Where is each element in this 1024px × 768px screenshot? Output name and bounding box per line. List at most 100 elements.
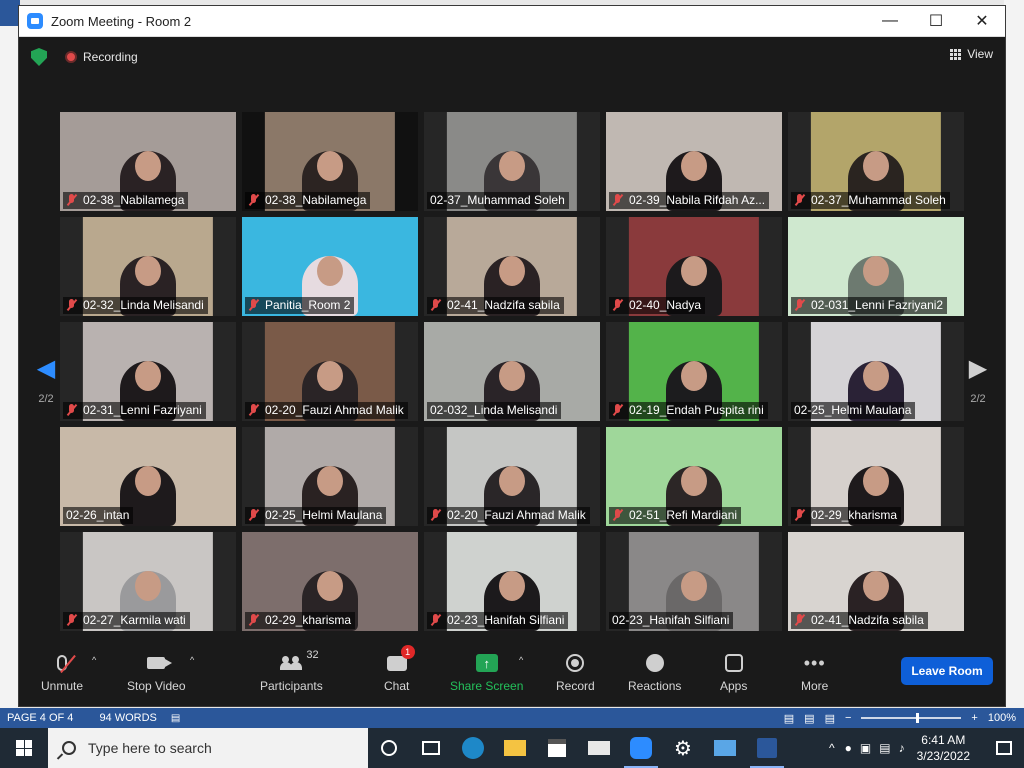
- participant-video-tile[interactable]: 02-39_Nabila Rifdah Az...: [606, 112, 782, 211]
- more-button[interactable]: ••• More: [801, 649, 828, 693]
- participant-name-label: 02-38_Nabilamega: [63, 192, 189, 209]
- cortana-circle-icon: [381, 740, 397, 756]
- background-word-window-left: [0, 0, 20, 708]
- taskbar-search-box[interactable]: Type here to search: [48, 728, 368, 768]
- webcam-icon[interactable]: ▣: [860, 741, 871, 755]
- participant-video-tile[interactable]: 02-41_Nadzifa sabila: [788, 532, 964, 631]
- participant-video-tile[interactable]: 02-032_Linda Melisandi: [424, 322, 600, 421]
- record-icon: [566, 649, 585, 677]
- participant-video-tile[interactable]: 02-29_kharisma: [242, 532, 418, 631]
- network-icon[interactable]: ▤: [879, 741, 890, 755]
- participant-name: 02-37_Muhammad Soleh: [430, 193, 565, 207]
- zoom-taskbar-app[interactable]: [620, 728, 662, 768]
- unmute-label: Unmute: [41, 679, 84, 693]
- background-word-window-right: [1004, 0, 1024, 708]
- page-count-status[interactable]: PAGE 4 OF 4: [7, 712, 73, 724]
- participants-button[interactable]: 32 Participants: [260, 649, 323, 693]
- muted-microphone-icon: [612, 404, 624, 416]
- close-button[interactable]: ✕: [959, 6, 1005, 37]
- monitor-icon: [714, 740, 736, 756]
- taskbar-clock[interactable]: 6:41 AM 3/23/2022: [917, 732, 970, 764]
- apps-button[interactable]: Apps: [720, 649, 747, 693]
- zoom-out-icon[interactable]: −: [845, 712, 851, 724]
- smiley-plus-icon: [645, 649, 664, 677]
- reactions-label: Reactions: [628, 679, 682, 693]
- minimize-button[interactable]: —: [867, 6, 913, 37]
- stop-video-button[interactable]: Stop Video: [127, 649, 186, 693]
- web-layout-icon[interactable]: ▤: [825, 712, 835, 725]
- maximize-button[interactable]: ☐: [913, 6, 959, 37]
- participant-name: 02-29_kharisma: [265, 613, 352, 627]
- participant-name: 02-26_intan: [66, 508, 130, 522]
- zoom-level[interactable]: 100%: [988, 712, 1016, 724]
- start-button[interactable]: [0, 728, 48, 768]
- participant-video-tile[interactable]: 02-38_Nabilamega: [60, 112, 236, 211]
- store-app[interactable]: [536, 728, 578, 768]
- share-screen-button[interactable]: ↑ Share Screen: [450, 649, 523, 693]
- zoom-slider[interactable]: [861, 713, 962, 723]
- mail-app[interactable]: [578, 728, 620, 768]
- participant-video-tile[interactable]: 02-25_Helmi Maulana: [788, 322, 964, 421]
- next-page-button[interactable]: ▶ 2/2: [963, 324, 993, 434]
- record-button[interactable]: Record: [556, 649, 595, 693]
- view-button[interactable]: View: [950, 47, 993, 61]
- participant-video-tile[interactable]: 02-19_Endah Puspita rini: [606, 322, 782, 421]
- reactions-button[interactable]: Reactions: [628, 649, 681, 693]
- zoom-in-icon[interactable]: +: [971, 712, 977, 724]
- participant-video-tile[interactable]: 02-27_Karmila wati: [60, 532, 236, 631]
- read-mode-icon[interactable]: ▤: [784, 712, 794, 725]
- participant-face: [317, 466, 343, 496]
- share-options-caret[interactable]: ^: [519, 655, 523, 665]
- task-view-button[interactable]: [410, 728, 452, 768]
- muted-microphone-icon: [248, 509, 260, 521]
- edge-app[interactable]: [452, 728, 494, 768]
- participant-video-tile[interactable]: 02-51_Refi Mardiani: [606, 427, 782, 526]
- participant-video-tile[interactable]: 02-29_kharisma: [788, 427, 964, 526]
- participant-name-label: 02-51_Refi Mardiani: [609, 507, 742, 524]
- shield-icon[interactable]: [31, 48, 47, 66]
- cortana-button[interactable]: [368, 728, 410, 768]
- participant-video-tile[interactable]: 02-26_intan: [60, 427, 236, 526]
- proofing-icon[interactable]: ▤: [171, 713, 180, 724]
- participant-video-tile[interactable]: 02-23_Hanifah Silfiani: [606, 532, 782, 631]
- chat-button[interactable]: 1 Chat: [384, 645, 415, 693]
- chevron-up-icon[interactable]: ^: [829, 741, 835, 755]
- microphone-icon[interactable]: ●: [845, 741, 852, 755]
- participant-video-tile[interactable]: 02-41_Nadzifa sabila: [424, 217, 600, 316]
- participant-video-tile[interactable]: 02-38_Nabilamega: [242, 112, 418, 211]
- unmute-button[interactable]: Unmute: [41, 649, 83, 693]
- notification-center-button[interactable]: [984, 728, 1024, 768]
- word-taskbar-app[interactable]: [746, 728, 788, 768]
- leave-room-button[interactable]: Leave Room: [901, 657, 993, 685]
- audio-options-caret[interactable]: ^: [92, 655, 96, 665]
- participant-video-tile[interactable]: 02-32_Linda Melisandi: [60, 217, 236, 316]
- previous-page-button[interactable]: ◀ 2/2: [31, 324, 61, 434]
- participant-name: 02-40_Nadya: [629, 298, 702, 312]
- print-layout-icon[interactable]: ▤: [804, 712, 814, 725]
- participant-name-label: 02-27_Karmila wati: [63, 612, 190, 629]
- word-count-status[interactable]: 94 WORDS: [99, 712, 156, 724]
- participant-video-tile[interactable]: Panitia_Room 2: [242, 217, 418, 316]
- title-bar: Zoom Meeting - Room 2 — ☐ ✕: [19, 6, 1005, 37]
- participant-video-tile[interactable]: 02-31_Lenni Fazriyani: [60, 322, 236, 421]
- participant-video-tile[interactable]: 02-031_Lenni Fazriyani2: [788, 217, 964, 316]
- volume-icon[interactable]: ♪: [899, 741, 905, 755]
- participant-video-tile[interactable]: 02-23_Hanifah Silfiani: [424, 532, 600, 631]
- participant-face: [499, 151, 525, 181]
- participant-name: 02-41_Nadzifa sabila: [447, 298, 560, 312]
- participant-video-tile[interactable]: 02-37_Muhammad Soleh: [424, 112, 600, 211]
- participant-name-label: 02-41_Nadzifa sabila: [427, 297, 564, 314]
- video-gallery-grid: 02-38_Nabilamega 02-38_Nabilamega 02-37_Mu…: [60, 112, 966, 631]
- muted-microphone-icon: [430, 299, 442, 311]
- recording-indicator[interactable]: Recording: [65, 50, 138, 64]
- participant-face: [681, 571, 707, 601]
- video-options-caret[interactable]: ^: [190, 655, 194, 665]
- participant-video-tile[interactable]: 02-37_Muhammad Soleh: [788, 112, 964, 211]
- participant-video-tile[interactable]: 02-40_Nadya: [606, 217, 782, 316]
- remote-desktop-app[interactable]: [704, 728, 746, 768]
- settings-app[interactable]: ⚙: [662, 728, 704, 768]
- participant-video-tile[interactable]: 02-20_Fauzi Ahmad Malik: [242, 322, 418, 421]
- participant-video-tile[interactable]: 02-25_Helmi Maulana: [242, 427, 418, 526]
- file-explorer-app[interactable]: [494, 728, 536, 768]
- participant-video-tile[interactable]: 02-20_Fauzi Ahmad Malik: [424, 427, 600, 526]
